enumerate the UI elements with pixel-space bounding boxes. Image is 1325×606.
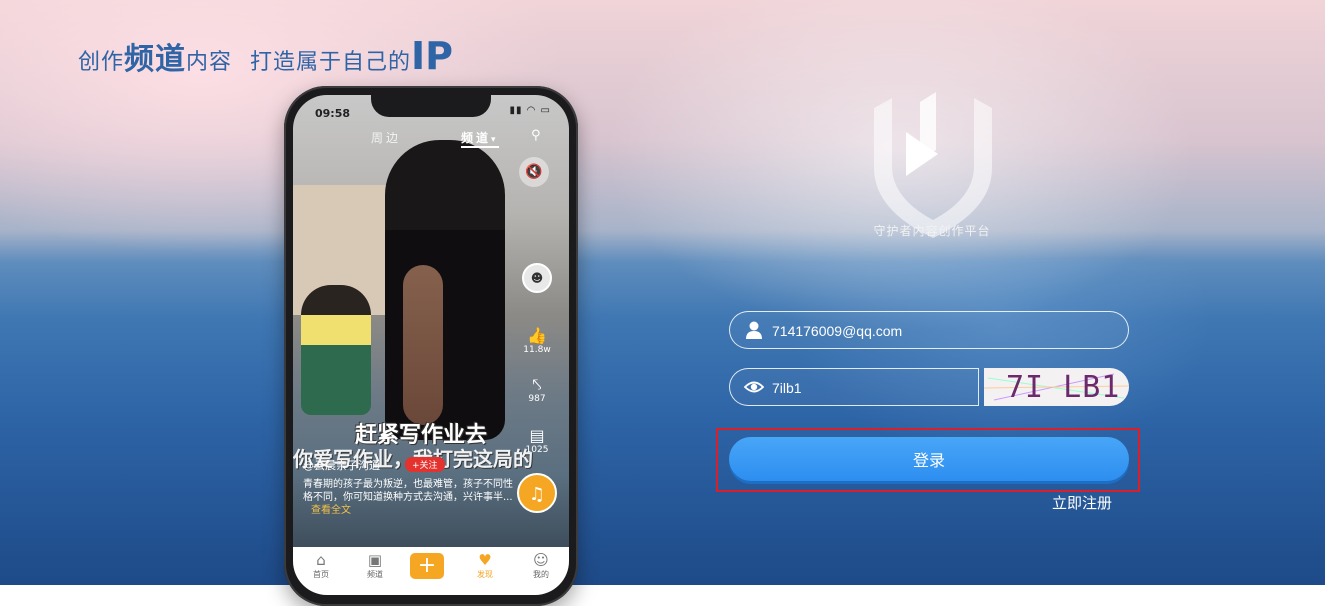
channel-icon: ▣ [367,551,383,569]
video-tabs: 周边 频道▾ ⚲ [293,128,569,148]
follow-button[interactable]: +关注 [405,457,445,472]
slogan-part2: 内容 [186,50,233,75]
share-count: 987 [528,394,546,404]
slogan-emphasis: 频道 [124,42,187,77]
phone-screen: 09:58 ▮▮ ◠ ▭ 周边 频道▾ ⚲ 🔇 ☻ 👍 11.8w ⤣ 987 … [293,95,569,595]
login-button[interactable]: 登录 [729,437,1129,481]
caret-down-icon: ▾ [491,135,499,145]
video-author[interactable]: @云晨亲子沟通 [303,457,380,473]
tab-nearby[interactable]: 周边 [371,129,401,146]
eye-icon [744,381,764,393]
mute-icon[interactable]: 🔇 [519,157,549,187]
video-scene-child [301,285,371,415]
music-disc-icon[interactable]: ♫ [517,473,557,513]
slogan-part3: 打造属于自己的 [250,50,412,75]
nav-item-profile[interactable]: ☺ 我的 [521,551,561,580]
nav-label-profile: 我的 [533,570,549,579]
brand-name: 守护者内容创作平台 [873,224,991,238]
username-input[interactable] [770,312,1104,350]
tab-channel[interactable]: 频道▾ [461,129,499,148]
phone-mockup: 09:58 ▮▮ ◠ ▭ 周边 频道▾ ⚲ 🔇 ☻ 👍 11.8w ⤣ 987 … [284,86,578,606]
background-glow [700,260,1325,585]
author-avatar[interactable]: ☻ [522,263,552,293]
nav-item-discover[interactable]: ♥ 发现 [465,551,505,580]
captcha-image[interactable]: 7I LB1 [984,368,1129,406]
see-full-link[interactable]: 查看全文 [311,505,351,516]
captcha-input[interactable] [770,369,974,407]
register-link[interactable]: 立即注册 [1052,492,1112,513]
slogan: 创作频道内容 打造属于自己的IP [78,34,453,78]
captcha-text: 7I LB1 [1006,370,1121,405]
nav-item-home[interactable]: ⌂ 首页 [301,551,341,580]
nav-label-channel: 频道 [367,570,383,579]
like-button[interactable]: 👍 11.8w [519,326,555,356]
add-content-button[interactable]: + [410,553,444,579]
username-field [729,311,1129,350]
phone-notch [371,95,491,117]
slogan-ip: IP [411,34,454,78]
home-icon: ⌂ [316,551,326,569]
profile-icon: ☺ [533,551,549,569]
discover-icon: ♥ [478,551,492,569]
share-button[interactable]: ⤣ 987 [519,375,555,405]
status-icons: ▮▮ ◠ ▭ [509,105,551,116]
captcha-field [729,368,979,407]
user-icon [746,321,762,339]
video-scene-arm [403,265,443,425]
tab-channel-label: 频道 [461,131,492,145]
video-description: 青春期的孩子最为叛逆，也最难管，孩子不同性格不同，你可知道换种方式去沟通，兴许事… [303,478,515,517]
video-description-text: 青春期的孩子最为叛逆，也最难管，孩子不同性格不同，你可知道换种方式去沟通，兴许事… [303,479,513,503]
slogan-part1: 创作 [78,50,125,75]
like-count: 11.8w [523,345,551,355]
nav-label-discover: 发现 [477,570,493,579]
nav-label-home: 首页 [313,570,329,579]
thumbs-up-icon: 👍 [527,326,547,345]
status-time: 09:58 [315,107,351,120]
phone-bottom-nav: ⌂ 首页 ▣ 频道 + ♥ 发现 ☺ 我的 [293,547,569,595]
search-icon[interactable]: ⚲ [531,128,541,143]
shield-logo-icon [874,92,992,238]
nav-item-channel[interactable]: ▣ 频道 [355,551,395,580]
share-icon: ⤣ [532,375,542,394]
